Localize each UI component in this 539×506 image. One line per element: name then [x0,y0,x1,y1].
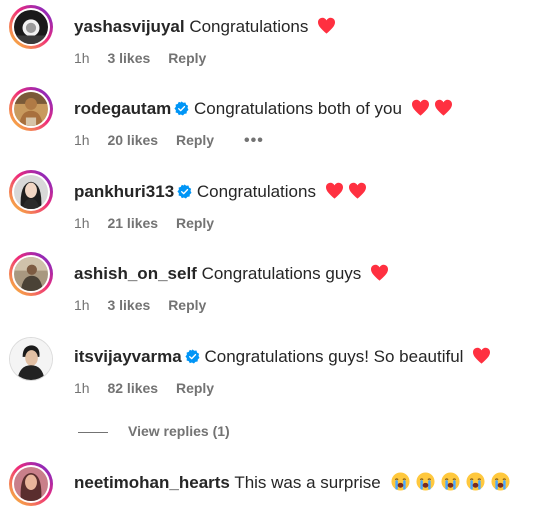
reply-button[interactable]: Reply [176,132,214,148]
reply-button[interactable]: Reply [168,50,206,66]
comment-likes[interactable]: 82 likes [107,380,158,396]
loudly-crying-face-icon [466,472,486,491]
divider [78,431,108,433]
comment-text: Congratulations guys [201,264,362,283]
comment-username[interactable]: rodegautam [74,99,171,118]
comment-username[interactable]: ashish_on_self [74,264,197,283]
comment-text: This was a surprise [234,473,381,492]
comment-time: 1h [74,132,90,148]
red-heart-icon [473,347,491,364]
comment-username[interactable]: pankhuri313 [74,182,174,201]
view-replies-button[interactable]: View replies (1) [78,422,230,440]
more-options-button[interactable]: ••• [244,132,264,149]
loudly-crying-face-icon [441,472,461,491]
red-heart-icon [371,264,389,281]
comment-time: 1h [74,297,90,313]
red-heart-icon [434,99,452,116]
red-heart-icon [411,99,429,116]
comment-text: Congratulations both of you [194,99,402,118]
comment-likes[interactable]: 21 likes [107,215,158,231]
red-heart-icon [318,17,336,34]
comment-time: 1h [74,380,90,396]
avatar[interactable] [9,462,53,506]
comment-likes[interactable]: 3 likes [107,50,150,66]
comment-time: 1h [74,215,90,231]
verified-badge-icon [185,349,200,364]
avatar[interactable] [9,170,53,214]
comment-text: Congratulations [196,182,316,201]
comment-text: Congratulations guys! So beautiful [204,347,464,366]
loudly-crying-face-icon [416,472,436,491]
avatar[interactable] [9,252,53,296]
loudly-crying-face-icon [491,472,511,491]
comment-text: Congratulations [189,17,309,36]
comment-username[interactable]: neetimohan_hearts [74,473,230,492]
red-heart-icon [325,182,343,199]
red-heart-icon [348,182,366,199]
comment-username[interactable]: yashasvijuyal [74,17,185,36]
comment-username[interactable]: itsvijayvarma [74,347,182,366]
comment-likes[interactable]: 20 likes [107,132,158,148]
avatar[interactable] [9,5,53,49]
reply-button[interactable]: Reply [176,215,214,231]
comment-time: 1h [74,50,90,66]
reply-button[interactable]: Reply [168,297,206,313]
loudly-crying-face-icon [391,472,411,491]
avatar[interactable] [9,87,53,131]
verified-badge-icon [174,101,189,116]
reply-button[interactable]: Reply [176,380,214,396]
avatar[interactable] [9,337,53,381]
verified-badge-icon [177,184,192,199]
comment-likes[interactable]: 3 likes [107,297,150,313]
view-replies-label: View replies (1) [128,423,230,439]
